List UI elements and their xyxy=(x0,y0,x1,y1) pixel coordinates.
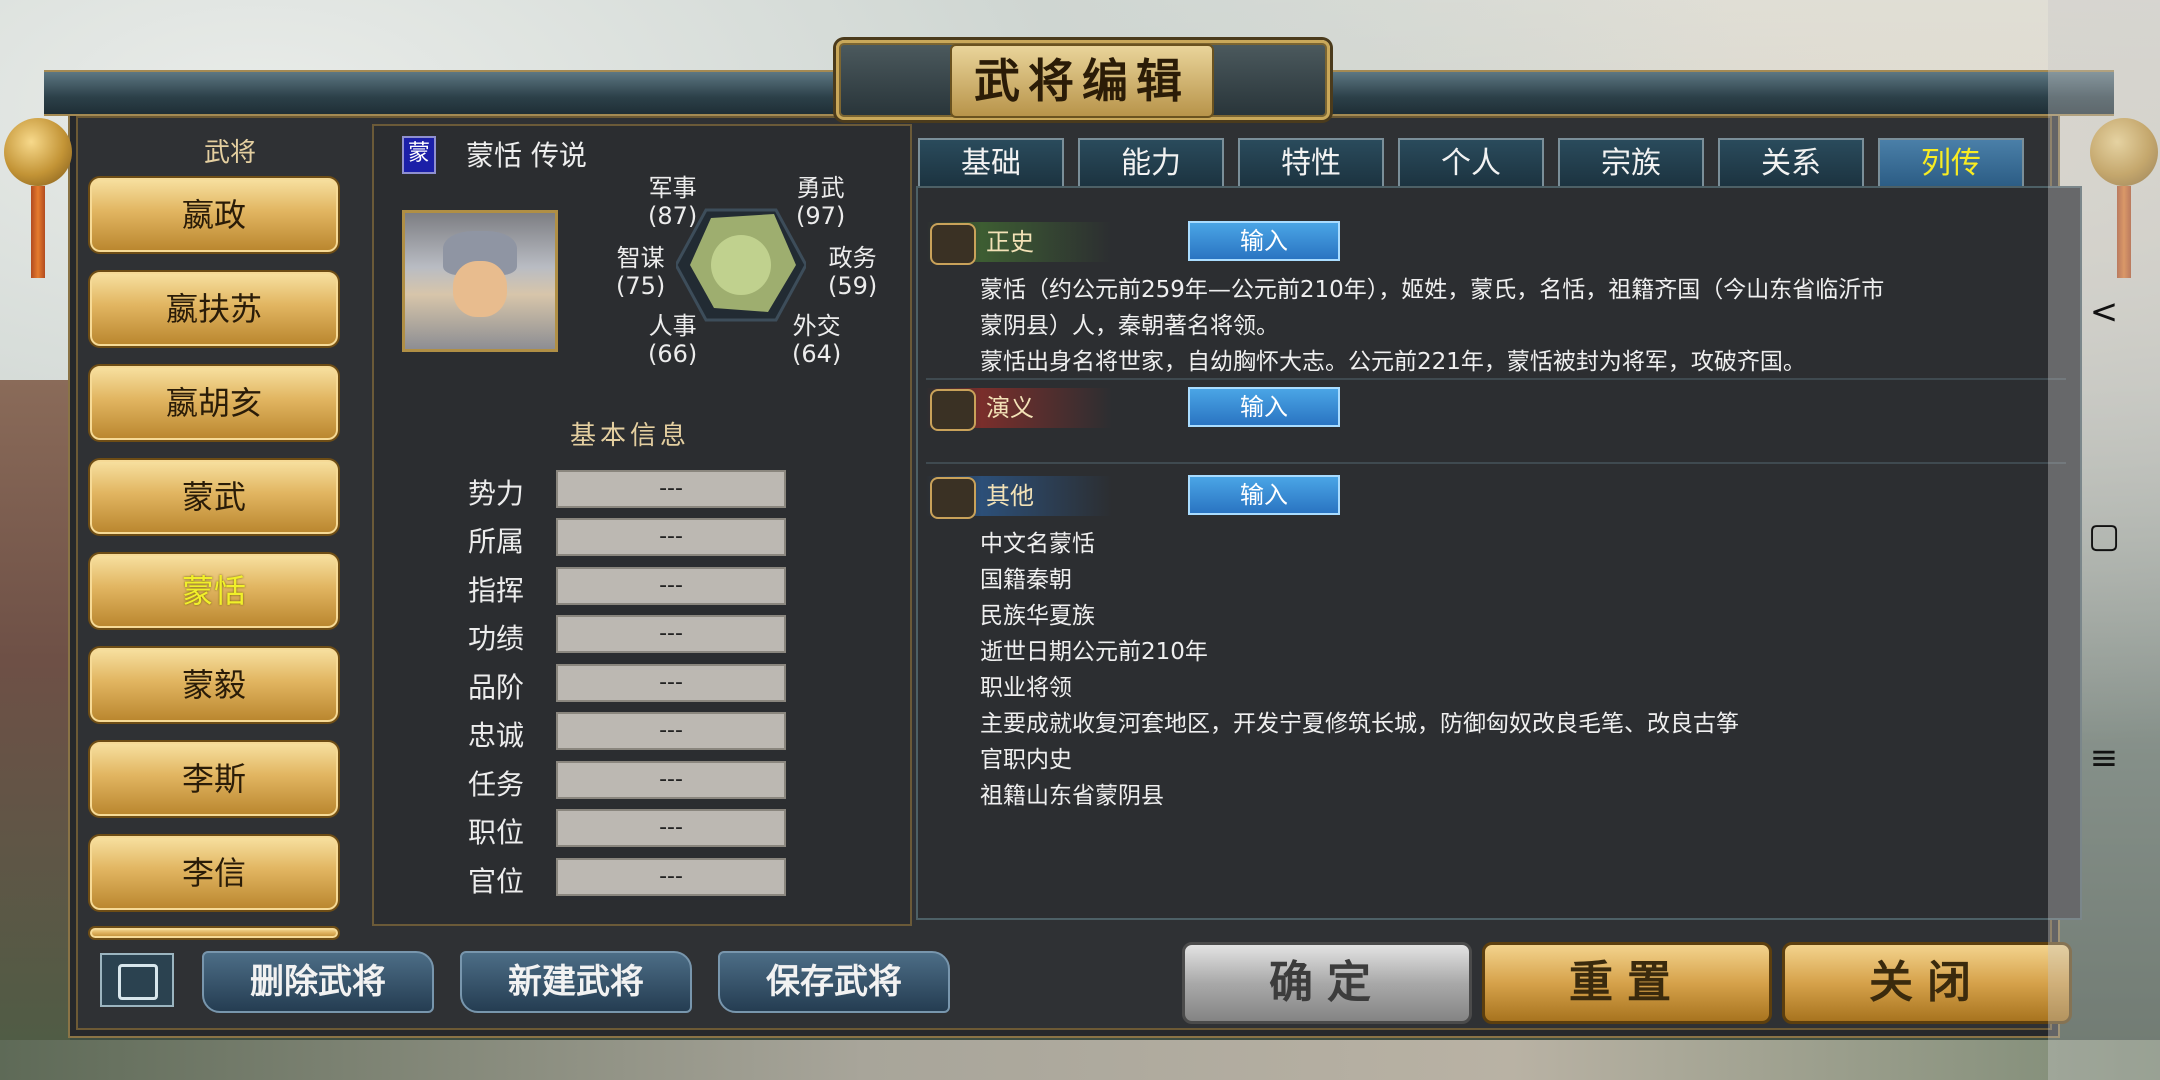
info-value-faction: --- xyxy=(556,470,786,508)
sidebar-item-partial[interactable] xyxy=(88,926,340,940)
tab-traits[interactable]: 特性 xyxy=(1238,138,1384,188)
scroll-icon xyxy=(930,477,976,519)
sidebar-item-7[interactable]: 李信 xyxy=(88,834,340,912)
reset-button[interactable]: 重置 xyxy=(1482,942,1772,1024)
tab-clan[interactable]: 宗族 xyxy=(1558,138,1704,188)
section-divider xyxy=(926,462,2066,464)
other-line-4: 逝世日期公元前210年 xyxy=(980,639,1208,665)
menu-icon[interactable]: ≡ xyxy=(2048,738,2160,778)
new-general-button[interactable]: 新建武将 xyxy=(460,951,692,1013)
section-divider xyxy=(926,378,2066,380)
window-title: 武将编辑 xyxy=(950,44,1214,118)
info-label-office: 官位 xyxy=(468,865,525,898)
faction-flag: 蒙 xyxy=(402,136,436,174)
stat-politics: 政务 (59) xyxy=(828,244,878,300)
tassel-left xyxy=(31,186,45,278)
portrait-face xyxy=(453,261,507,317)
other-line-5: 职业将领 xyxy=(980,675,1072,701)
other-line-7: 官职内史 xyxy=(980,747,1072,773)
official-line-2: 蒙阴县）人，秦朝著名将领。 xyxy=(980,313,1279,339)
other-line-6: 主要成就收复河套地区，开发宁夏修筑长城，防御匈奴改良毛笔、改良古筝 xyxy=(980,711,1739,737)
home-icon[interactable]: ▢ xyxy=(2048,516,2160,556)
info-value-rank: --- xyxy=(556,664,786,702)
basic-info-title: 基本信息 xyxy=(569,421,690,451)
other-line-2: 国籍秦朝 xyxy=(980,567,1072,593)
scroll-icon xyxy=(930,389,976,431)
sidebar-item-1[interactable]: 嬴扶苏 xyxy=(88,270,340,348)
general-name: 蒙恬 传说 xyxy=(466,139,587,172)
info-label-task: 任务 xyxy=(468,768,525,801)
sidebar-item-3[interactable]: 蒙武 xyxy=(88,458,340,536)
search-button[interactable] xyxy=(100,953,174,1007)
info-label-loyalty: 忠诚 xyxy=(468,719,525,752)
search-icon xyxy=(118,964,158,1000)
other-line-1: 中文名蒙恬 xyxy=(980,531,1095,557)
official-line-1: 蒙恬（约公元前259年—公元前210年），姬姓，蒙氏，名恬，祖籍齐国（今山东省临… xyxy=(980,277,1885,303)
info-value-office: --- xyxy=(556,858,786,896)
tab-basic[interactable]: 基础 xyxy=(918,138,1064,188)
delete-general-button[interactable]: 删除武将 xyxy=(202,951,434,1013)
scroll-icon xyxy=(930,223,976,265)
other-line-3: 民族华夏族 xyxy=(980,603,1095,629)
rod-ornament-left xyxy=(4,118,72,186)
info-label-position: 职位 xyxy=(468,816,525,849)
official-line-3: 蒙恬出身名将世家，自幼胸怀大志。公元前221年，蒙恬被封为将军，攻破齐国。 xyxy=(980,349,1806,375)
tab-biography[interactable]: 列传 xyxy=(1878,138,2024,188)
official-input-button[interactable]: 输入 xyxy=(1188,221,1340,261)
info-label-affiliation: 所属 xyxy=(468,525,525,558)
stat-strategy: 智谋 (75) xyxy=(616,244,666,300)
info-value-affiliation: --- xyxy=(556,518,786,556)
info-label-faction: 势力 xyxy=(468,477,525,510)
sidebar-header: 武将 xyxy=(203,138,256,168)
save-general-button[interactable]: 保存武将 xyxy=(718,951,950,1013)
tab-personal[interactable]: 个人 xyxy=(1398,138,1544,188)
sidebar-item-0[interactable]: 嬴政 xyxy=(88,176,340,254)
background-bottom xyxy=(0,1040,2160,1080)
romance-input-button[interactable]: 输入 xyxy=(1188,387,1340,427)
close-button[interactable]: 关闭 xyxy=(1782,942,2072,1024)
tab-ability[interactable]: 能力 xyxy=(1078,138,1224,188)
info-value-loyalty: --- xyxy=(556,712,786,750)
background-left xyxy=(0,380,70,1080)
general-portrait[interactable] xyxy=(402,210,558,352)
other-line-8: 祖籍山东省蒙阴县 xyxy=(980,783,1164,809)
info-value-merit: --- xyxy=(556,615,786,653)
info-label-command: 指挥 xyxy=(468,574,525,607)
info-value-command: --- xyxy=(556,567,786,605)
back-icon[interactable]: < xyxy=(2048,292,2160,332)
info-label-merit: 功绩 xyxy=(468,622,525,655)
stat-radar-chart xyxy=(674,200,808,330)
sidebar-item-2[interactable]: 嬴胡亥 xyxy=(88,364,340,442)
sidebar-item-5[interactable]: 蒙毅 xyxy=(88,646,340,724)
sidebar-item-6[interactable]: 李斯 xyxy=(88,740,340,818)
other-input-button[interactable]: 输入 xyxy=(1188,475,1340,515)
confirm-button[interactable]: 确定 xyxy=(1182,942,1472,1024)
info-label-rank: 品阶 xyxy=(468,671,525,704)
info-value-position: --- xyxy=(556,809,786,847)
info-value-task: --- xyxy=(556,761,786,799)
sidebar-item-4[interactable]: 蒙恬 xyxy=(88,552,340,630)
tab-relations[interactable]: 关系 xyxy=(1718,138,1864,188)
